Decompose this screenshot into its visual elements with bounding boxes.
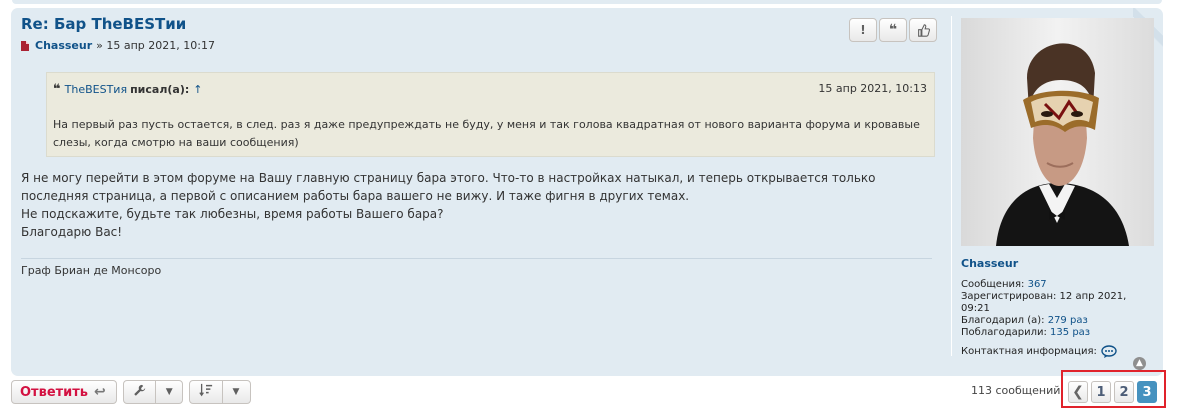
quote-date: 15 апр 2021, 10:13 <box>818 82 927 95</box>
post-author[interactable]: Chasseur <box>35 39 92 52</box>
quote-source-link-icon[interactable]: ↑ <box>193 83 202 96</box>
post-buttons: ! ❝ <box>849 18 937 42</box>
post-title[interactable]: Re: Бар TheBESTии <box>21 15 186 33</box>
post-paragraph: Не подскажите, будьте так любезны, время… <box>21 207 444 221</box>
post-date: » 15 апр 2021, 10:17 <box>96 39 215 52</box>
quote-mark-icon: ❝ <box>53 82 61 97</box>
exclamation-icon: ! <box>860 23 866 37</box>
profile-info: Сообщения: 367 Зарегистрирован: 12 апр 2… <box>961 279 1151 358</box>
page-button[interactable]: 2 <box>1114 381 1134 403</box>
post: Re: Бар TheBESTии Chasseur » 15 апр 2021… <box>11 8 1163 376</box>
thumbs-up-icon <box>917 23 930 37</box>
action-bar: Ответить ↩ ▼ ▼ <box>11 380 251 404</box>
thanked-by-value[interactable]: 135 раз <box>1050 327 1090 338</box>
chat-bubble-icon[interactable] <box>1101 345 1117 358</box>
pagination: ❮ 1 2 3 <box>1068 381 1157 403</box>
post-icon[interactable] <box>21 40 29 51</box>
reply-arrow-icon: ↩ <box>94 384 106 400</box>
quote-text: На первый раз пусть остается, в след. ра… <box>53 118 920 149</box>
registered-label: Зарегистрирован: <box>961 291 1057 302</box>
quote-block: ❝ TheBESTия писал(а): ↑ 15 апр 2021, 10:… <box>46 72 935 157</box>
sort-button[interactable]: ▼ <box>189 380 251 404</box>
avatar-image <box>961 18 1154 246</box>
reply-label: Ответить <box>20 384 89 400</box>
author-profile: Chasseur Сообщения: 367 Зарегистрирован:… <box>951 16 1158 358</box>
post-paragraph: Благодарю Вас! <box>21 225 123 239</box>
chevron-down-icon: ▼ <box>155 381 182 403</box>
quote-button[interactable]: ❝ <box>879 18 907 42</box>
reply-button[interactable]: Ответить ↩ <box>11 380 117 404</box>
thanked-label: Благодарил (а): <box>961 315 1045 326</box>
back-to-top-icon[interactable]: ▲ <box>1133 357 1146 370</box>
previous-page-button[interactable]: ❮ <box>1068 381 1088 403</box>
wrench-icon <box>124 384 155 401</box>
posts-label: Сообщения: <box>961 279 1025 290</box>
post-count: 113 сообщений <box>971 384 1061 397</box>
sort-icon <box>190 383 222 401</box>
previous-post-edge <box>12 0 1162 4</box>
report-button[interactable]: ! <box>849 18 877 42</box>
post-meta: Chasseur » 15 апр 2021, 10:17 <box>21 39 215 52</box>
quote-label: писал(а): <box>130 83 190 96</box>
posts-value[interactable]: 367 <box>1028 279 1047 290</box>
like-button[interactable] <box>909 18 937 42</box>
current-page-button[interactable]: 3 <box>1137 381 1157 403</box>
post-content: Я не могу перейти в этом форуме на Вашу … <box>21 169 921 241</box>
topic-tools-button[interactable]: ▼ <box>123 380 183 404</box>
avatar[interactable] <box>961 18 1154 246</box>
contact-row: Контактная информация: <box>961 345 1151 358</box>
quote-icon: ❝ <box>888 22 898 38</box>
page-button[interactable]: 1 <box>1091 381 1111 403</box>
thanked-value[interactable]: 279 раз <box>1048 315 1088 326</box>
signature-divider <box>21 258 932 259</box>
quote-header: ❝ TheBESTия писал(а): ↑ <box>53 82 202 97</box>
chevron-down-icon: ▼ <box>222 381 249 403</box>
profile-name[interactable]: Chasseur <box>961 257 1018 270</box>
quote-author[interactable]: TheBESTия <box>65 83 127 96</box>
post-paragraph: Я не могу перейти в этом форуме на Вашу … <box>21 171 876 203</box>
chevron-left-icon: ❮ <box>1072 384 1084 400</box>
contact-label: Контактная информация: <box>961 345 1097 357</box>
thanked-by-label: Поблагодарили: <box>961 327 1047 338</box>
signature: Граф Бриан де Монсоро <box>21 264 162 277</box>
